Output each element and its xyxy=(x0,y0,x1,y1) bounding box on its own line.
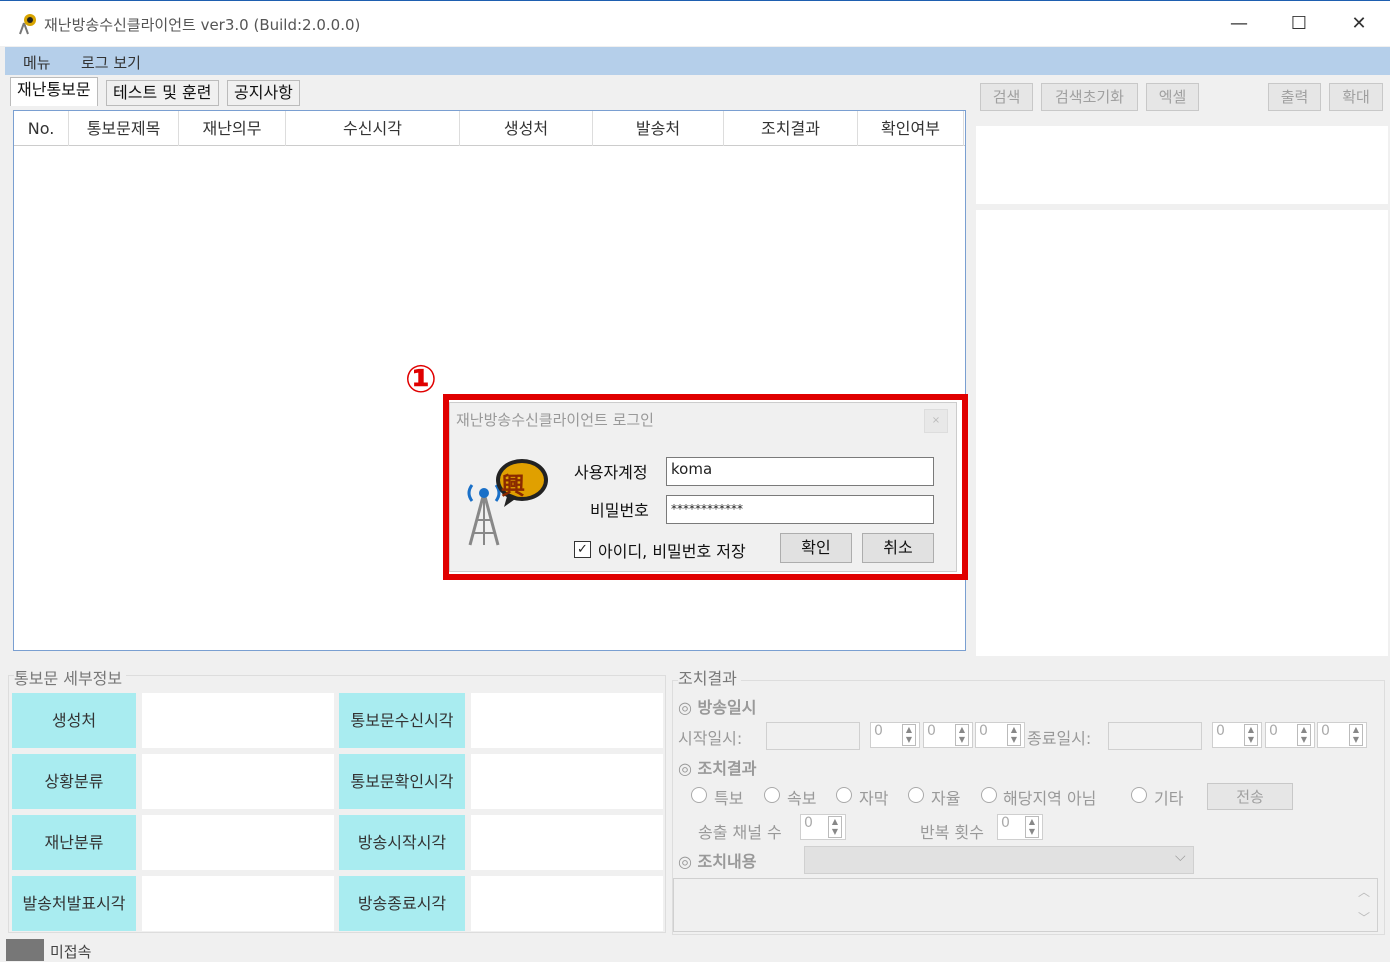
start-second-value: 0 xyxy=(979,723,988,739)
radio-label-not-applicable-area: 해당지역 아님 xyxy=(1003,789,1097,808)
scroll-up-icon[interactable]: ︿ xyxy=(1358,883,1370,900)
right-summary-panel xyxy=(976,126,1388,204)
detail-value-broadcast-end-time xyxy=(471,876,663,931)
start-minute-value: 0 xyxy=(927,723,936,739)
scroll-down-icon[interactable]: ﹀ xyxy=(1358,909,1370,926)
start-second-arrows-icon[interactable]: ▲ ▼ xyxy=(1007,724,1021,746)
repeat-count-label: 반복 횟수 xyxy=(920,823,984,842)
grid-header: No. 통보문제목 재난의무 수신시각 생성처 발송처 조치결과 확인여부 xyxy=(14,111,965,146)
end-hour-arrows-icon[interactable]: ▲ ▼ xyxy=(1244,724,1258,746)
annotation-highlight-box xyxy=(443,394,968,580)
radio-label-voluntary: 자율 xyxy=(931,789,961,808)
radio-label-breaking-news: 속보 xyxy=(787,789,817,808)
column-header-action-result[interactable]: 조치결과 xyxy=(724,111,858,146)
radio-breaking-news[interactable] xyxy=(764,787,780,803)
search-reset-button[interactable]: 검색초기화 xyxy=(1041,83,1138,111)
detail-value-broadcast-start-time xyxy=(471,815,663,870)
column-header-duty[interactable]: 재난의무 xyxy=(179,111,286,146)
minimize-button[interactable]: — xyxy=(1214,7,1264,41)
chevron-down-icon: ⌵ xyxy=(1175,849,1186,865)
start-hour-arrows-icon[interactable]: ▲ ▼ xyxy=(902,724,916,746)
start-minute-arrows-icon[interactable]: ▲ ▼ xyxy=(955,724,969,746)
print-button[interactable]: 출력 xyxy=(1268,83,1321,111)
radio-label-other: 기타 xyxy=(1154,789,1184,808)
tab-test-training[interactable]: 테스트 및 훈련 xyxy=(106,80,219,106)
connection-status-indicator xyxy=(6,939,44,961)
detail-value-situation xyxy=(142,754,334,809)
details-section-title: 통보문 세부정보 xyxy=(14,665,127,689)
app-logo-icon xyxy=(19,14,36,35)
repeat-count-value: 0 xyxy=(1001,815,1010,831)
radio-special-report[interactable] xyxy=(691,787,707,803)
window-title: 재난방송수신클라이언트 ver3.0 (Build:2.0.0.0) xyxy=(44,16,361,34)
broadcast-time-heading: ◎ 방송일시 xyxy=(678,698,757,717)
start-date-picker[interactable] xyxy=(766,722,860,750)
detail-value-notice-received-time xyxy=(471,693,663,748)
column-header-confirmed[interactable]: 확인여부 xyxy=(858,111,964,146)
close-button[interactable]: ✕ xyxy=(1334,7,1384,41)
end-date-picker[interactable] xyxy=(1108,722,1202,750)
detail-label-disaster-type: 재난분류 xyxy=(12,815,136,870)
repeat-count-arrows-icon[interactable]: ▲ ▼ xyxy=(1025,816,1039,838)
channels-value: 0 xyxy=(804,815,813,831)
send-button[interactable]: 전송 xyxy=(1207,783,1293,810)
detail-label-notice-confirmed-time: 통보문확인시각 xyxy=(339,754,465,809)
zoom-button[interactable]: 확대 xyxy=(1329,83,1383,111)
excel-button[interactable]: 엑셀 xyxy=(1146,83,1199,111)
radio-subtitle[interactable] xyxy=(836,787,852,803)
detail-value-disaster-type xyxy=(142,815,334,870)
radio-label-subtitle: 자막 xyxy=(859,789,889,808)
detail-label-creator: 생성처 xyxy=(12,693,136,748)
column-header-received-time[interactable]: 수신시각 xyxy=(286,111,460,146)
column-header-creator[interactable]: 생성처 xyxy=(460,111,593,146)
radio-not-applicable-area[interactable] xyxy=(981,787,997,803)
column-header-sender[interactable]: 발송처 xyxy=(593,111,724,146)
menu-item-menu[interactable]: 메뉴 xyxy=(23,52,51,73)
end-second-value: 0 xyxy=(1321,723,1330,739)
end-hour-value: 0 xyxy=(1216,723,1225,739)
start-datetime-label: 시작일시: xyxy=(678,729,743,748)
radio-label-special-report: 특보 xyxy=(714,789,744,808)
end-second-arrows-icon[interactable]: ▲ ▼ xyxy=(1349,724,1363,746)
column-header-no[interactable]: No. xyxy=(14,111,69,146)
search-button[interactable]: 검색 xyxy=(980,83,1033,111)
action-content-dropdown[interactable]: ⌵ xyxy=(804,846,1194,874)
action-section-title: 조치결과 xyxy=(678,665,741,689)
detail-label-situation: 상황분류 xyxy=(12,754,136,809)
detail-value-sender-announce-time xyxy=(142,876,334,931)
detail-label-broadcast-end-time: 방송종료시각 xyxy=(339,876,465,931)
end-minute-arrows-icon[interactable]: ▲ ▼ xyxy=(1297,724,1311,746)
detail-value-creator xyxy=(142,693,334,748)
title-bar: 재난방송수신클라이언트 ver3.0 (Build:2.0.0.0) — ☐ ✕ xyxy=(0,0,1390,46)
connection-status-text: 미접속 xyxy=(50,943,92,961)
right-detail-panel xyxy=(976,210,1388,656)
menu-bar: 메뉴 로그 보기 xyxy=(5,47,1390,75)
detail-label-broadcast-start-time: 방송시작시각 xyxy=(339,815,465,870)
start-hour-value: 0 xyxy=(874,723,883,739)
column-header-title[interactable]: 통보문제목 xyxy=(69,111,179,146)
annotation-marker: ① xyxy=(404,357,438,401)
detail-label-notice-received-time: 통보문수신시각 xyxy=(339,693,465,748)
radio-voluntary[interactable] xyxy=(908,787,924,803)
action-content-textarea[interactable]: ︿ ﹀ xyxy=(673,878,1378,932)
end-minute-value: 0 xyxy=(1269,723,1278,739)
menu-item-log-view[interactable]: 로그 보기 xyxy=(81,52,141,73)
channels-arrows-icon[interactable]: ▲ ▼ xyxy=(828,816,842,838)
action-result-heading: ◎ 조치결과 xyxy=(678,759,757,778)
tab-notices[interactable]: 공지사항 xyxy=(227,80,300,106)
end-datetime-label: 종료일시: xyxy=(1027,729,1092,748)
detail-value-notice-confirmed-time xyxy=(471,754,663,809)
action-content-heading: ◎ 조치내용 xyxy=(678,852,757,871)
tab-disaster-notice[interactable]: 재난통보문 xyxy=(10,77,98,106)
channels-label: 송출 채널 수 xyxy=(698,823,782,842)
maximize-button[interactable]: ☐ xyxy=(1274,7,1324,41)
radio-other[interactable] xyxy=(1131,787,1147,803)
detail-label-sender-announce-time: 발송처발표시각 xyxy=(12,876,136,931)
